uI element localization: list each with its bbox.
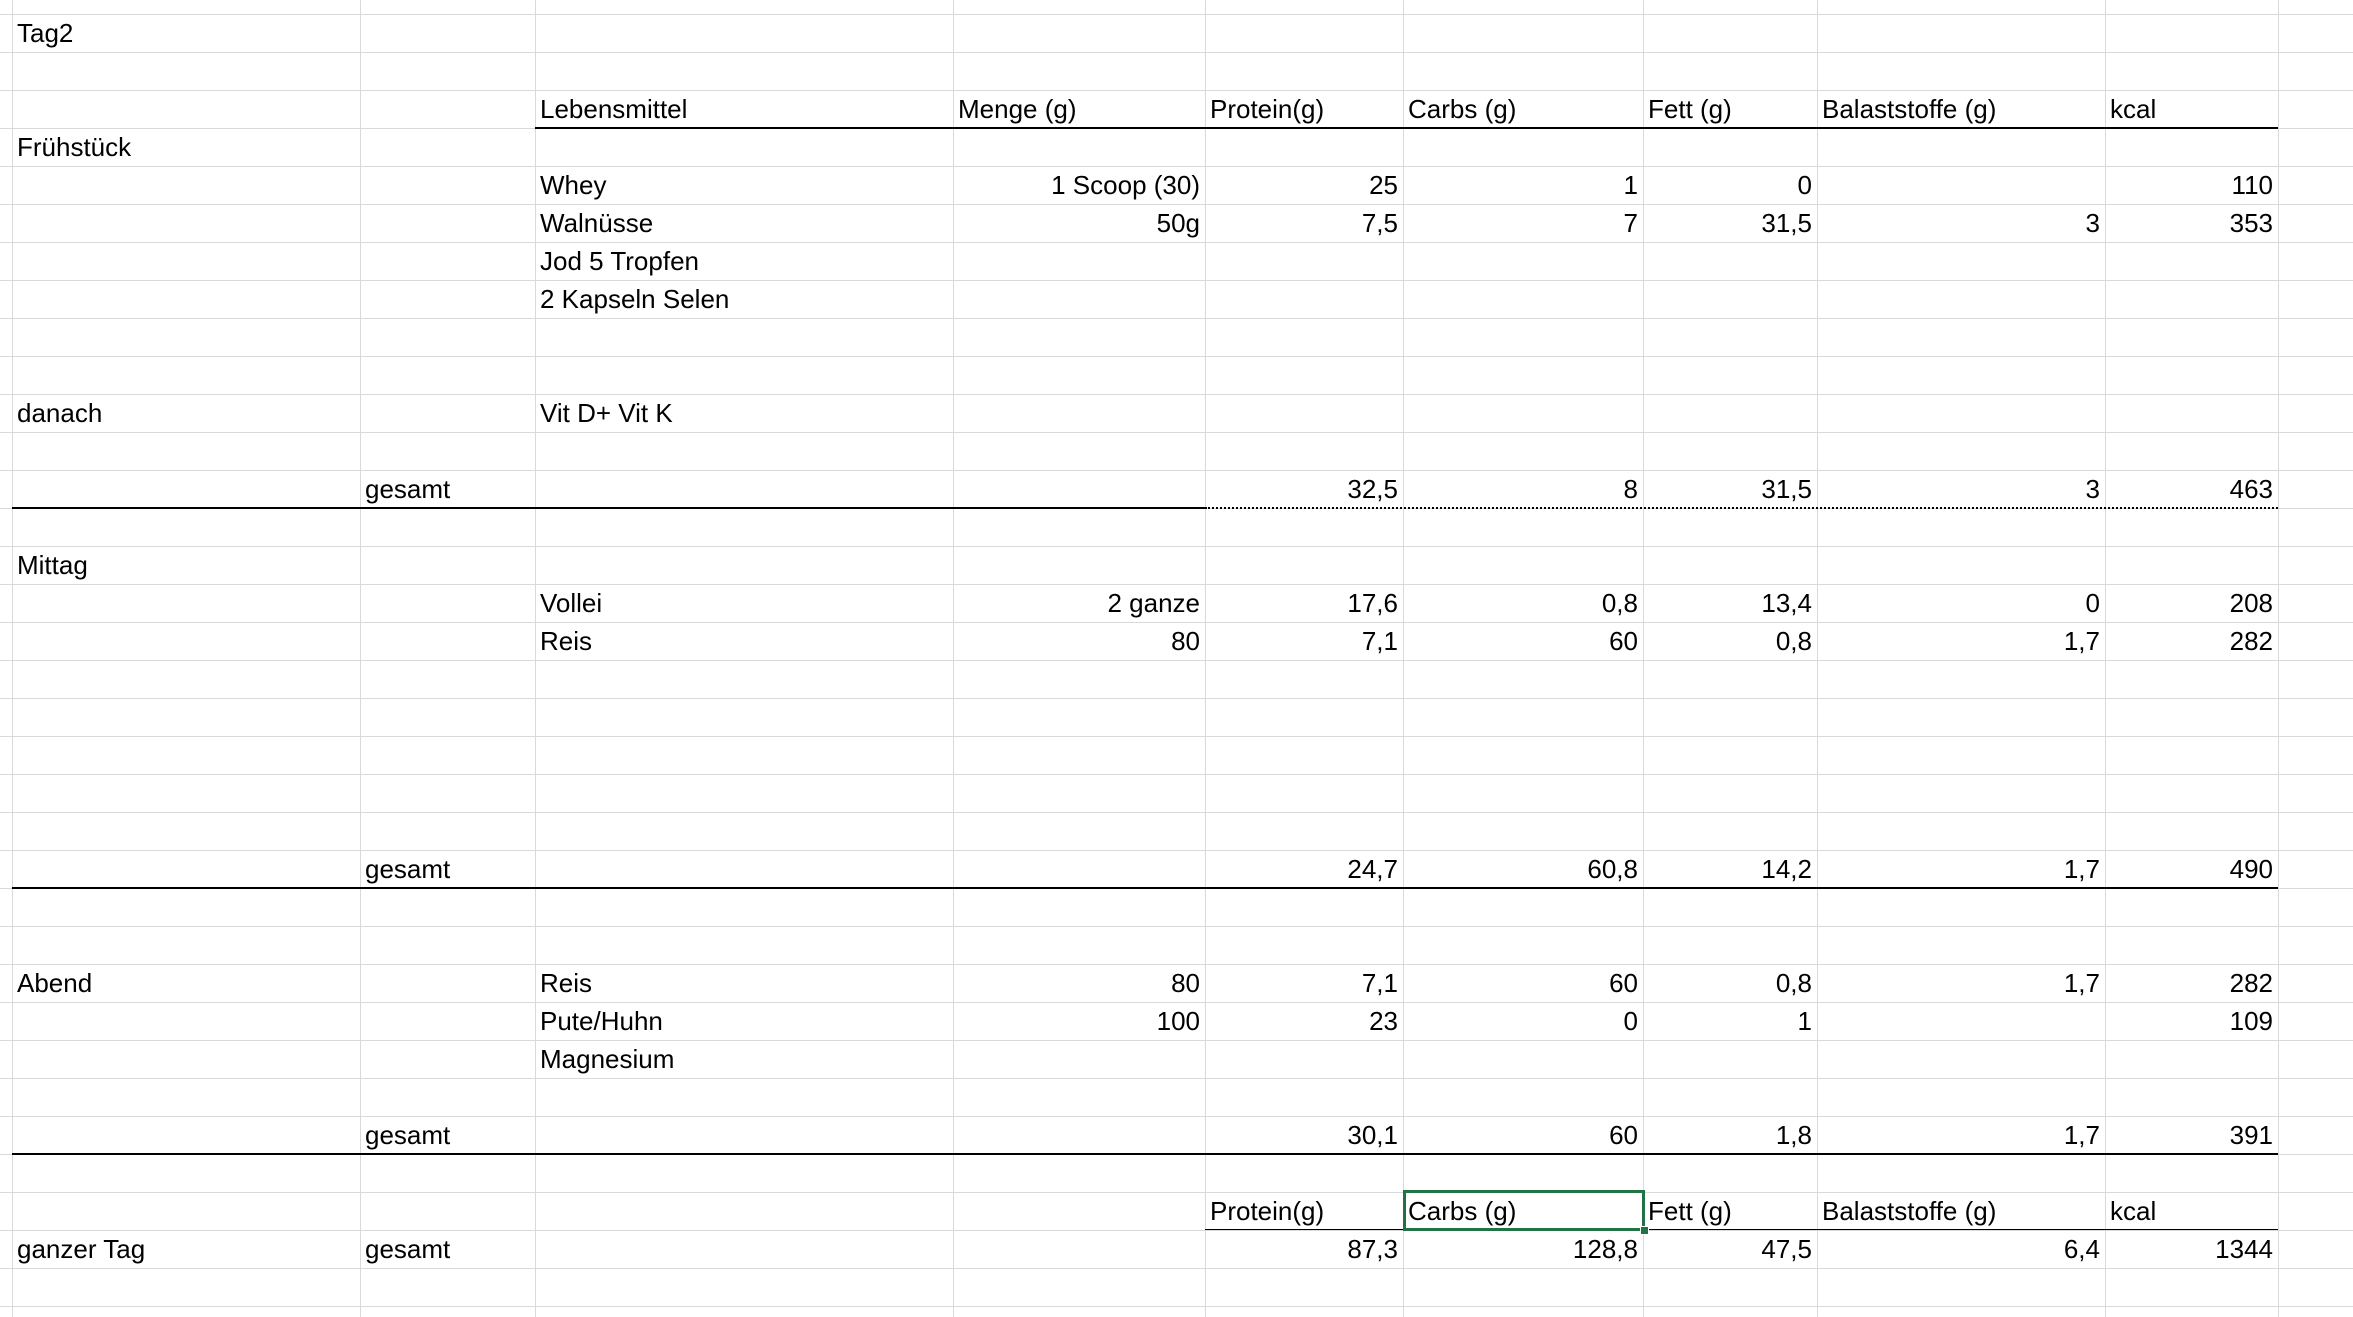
day-header-kcal[interactable]: kcal [2105,1192,2278,1230]
food-amount[interactable]: 2 ganze [953,584,1205,622]
food-protein[interactable]: 7,1 [1205,964,1403,1002]
breakfast-total-kcal[interactable]: 463 [2105,470,2278,508]
food-protein[interactable]: 7,5 [1205,204,1403,242]
food-name[interactable]: Vit D+ Vit K [535,394,953,432]
day-header-fiber[interactable]: Balaststoffe (g) [1817,1192,2105,1230]
dinner-total-fiber[interactable]: 1,7 [1817,1116,2105,1154]
breakfast-total-label[interactable]: gesamt [360,470,535,508]
lunch-total-protein[interactable]: 24,7 [1205,850,1403,888]
food-fat[interactable]: 0 [1643,166,1817,204]
food-carbs[interactable]: 7 [1403,204,1643,242]
food-name[interactable]: Reis [535,964,953,1002]
day-total-fat[interactable]: 47,5 [1643,1230,1817,1268]
food-name[interactable]: Vollei [535,584,953,622]
dinner-total-label[interactable]: gesamt [360,1116,535,1154]
food-name[interactable]: Whey [535,166,953,204]
lunch-total-fiber[interactable]: 1,7 [1817,850,2105,888]
day-header-protein[interactable]: Protein(g) [1205,1192,1403,1230]
dinner-total-protein[interactable]: 30,1 [1205,1116,1403,1154]
header-carbs[interactable]: Carbs (g) [1403,90,1643,128]
food-name[interactable]: Magnesium [535,1040,953,1078]
cell-border [535,127,2278,129]
fill-handle[interactable] [1640,1226,1649,1235]
sheet-title[interactable]: Tag2 [12,14,360,52]
food-kcal[interactable]: 109 [2105,1002,2278,1040]
day-total-label[interactable]: gesamt [360,1230,535,1268]
food-protein[interactable]: 7,1 [1205,622,1403,660]
dinner-total-kcal[interactable]: 391 [2105,1116,2278,1154]
dinner-total-fat[interactable]: 1,8 [1643,1116,1817,1154]
day-total-fiber[interactable]: 6,4 [1817,1230,2105,1268]
day-header-fat[interactable]: Fett (g) [1643,1192,1817,1230]
food-name[interactable]: Jod 5 Tropfen [535,242,953,280]
day-total-protein[interactable]: 87,3 [1205,1230,1403,1268]
cell-border [12,507,1205,509]
dinner-total-carbs[interactable]: 60 [1403,1116,1643,1154]
food-kcal[interactable]: 282 [2105,622,2278,660]
food-fat[interactable]: 13,4 [1643,584,1817,622]
header-protein[interactable]: Protein(g) [1205,90,1403,128]
food-amount[interactable]: 80 [953,964,1205,1002]
section-breakfast[interactable]: Frühstück [12,128,360,166]
food-amount[interactable]: 1 Scoop (30) [953,166,1205,204]
food-protein[interactable]: 25 [1205,166,1403,204]
section-after[interactable]: danach [12,394,360,432]
section-dinner[interactable]: Abend [12,964,360,1002]
breakfast-total-carbs[interactable]: 8 [1403,470,1643,508]
food-fiber[interactable]: 1,7 [1817,964,2105,1002]
breakfast-total-fiber[interactable]: 3 [1817,470,2105,508]
cell-border [1205,507,2278,509]
food-amount[interactable]: 100 [953,1002,1205,1040]
food-name[interactable]: Walnüsse [535,204,953,242]
lunch-total-label[interactable]: gesamt [360,850,535,888]
cell-border [12,1153,2278,1155]
day-total-kcal[interactable]: 1344 [2105,1230,2278,1268]
food-kcal[interactable]: 282 [2105,964,2278,1002]
header-fat[interactable]: Fett (g) [1643,90,1817,128]
food-kcal[interactable]: 110 [2105,166,2278,204]
header-food[interactable]: Lebensmittel [535,90,953,128]
food-fat[interactable]: 1 [1643,1002,1817,1040]
food-fiber[interactable]: 0 [1817,584,2105,622]
food-fiber[interactable]: 3 [1817,204,2105,242]
header-fiber[interactable]: Balaststoffe (g) [1817,90,2105,128]
food-kcal[interactable]: 208 [2105,584,2278,622]
food-amount[interactable]: 80 [953,622,1205,660]
food-name[interactable]: Reis [535,622,953,660]
lunch-total-carbs[interactable]: 60,8 [1403,850,1643,888]
food-fiber[interactable]: 1,7 [1817,622,2105,660]
lunch-total-kcal[interactable]: 490 [2105,850,2278,888]
food-fat[interactable]: 31,5 [1643,204,1817,242]
food-protein[interactable]: 23 [1205,1002,1403,1040]
cell-border [12,887,2278,889]
food-carbs[interactable]: 60 [1403,964,1643,1002]
breakfast-total-protein[interactable]: 32,5 [1205,470,1403,508]
lunch-total-fat[interactable]: 14,2 [1643,850,1817,888]
food-protein[interactable]: 17,6 [1205,584,1403,622]
food-fat[interactable]: 0,8 [1643,622,1817,660]
food-carbs[interactable]: 60 [1403,622,1643,660]
food-amount[interactable]: 50g [953,204,1205,242]
food-carbs[interactable]: 0 [1403,1002,1643,1040]
active-cell-selection[interactable] [1403,1190,1645,1231]
food-name[interactable]: 2 Kapseln Selen [535,280,953,318]
food-carbs[interactable]: 0,8 [1403,584,1643,622]
breakfast-total-fat[interactable]: 31,5 [1643,470,1817,508]
header-amount[interactable]: Menge (g) [953,90,1205,128]
food-carbs[interactable]: 1 [1403,166,1643,204]
header-kcal[interactable]: kcal [2105,90,2278,128]
section-lunch[interactable]: Mittag [12,546,360,584]
food-fat[interactable]: 0,8 [1643,964,1817,1002]
day-total-carbs[interactable]: 128,8 [1403,1230,1643,1268]
food-kcal[interactable]: 353 [2105,204,2278,242]
section-whole-day[interactable]: ganzer Tag [12,1230,360,1268]
food-name[interactable]: Pute/Huhn [535,1002,953,1040]
